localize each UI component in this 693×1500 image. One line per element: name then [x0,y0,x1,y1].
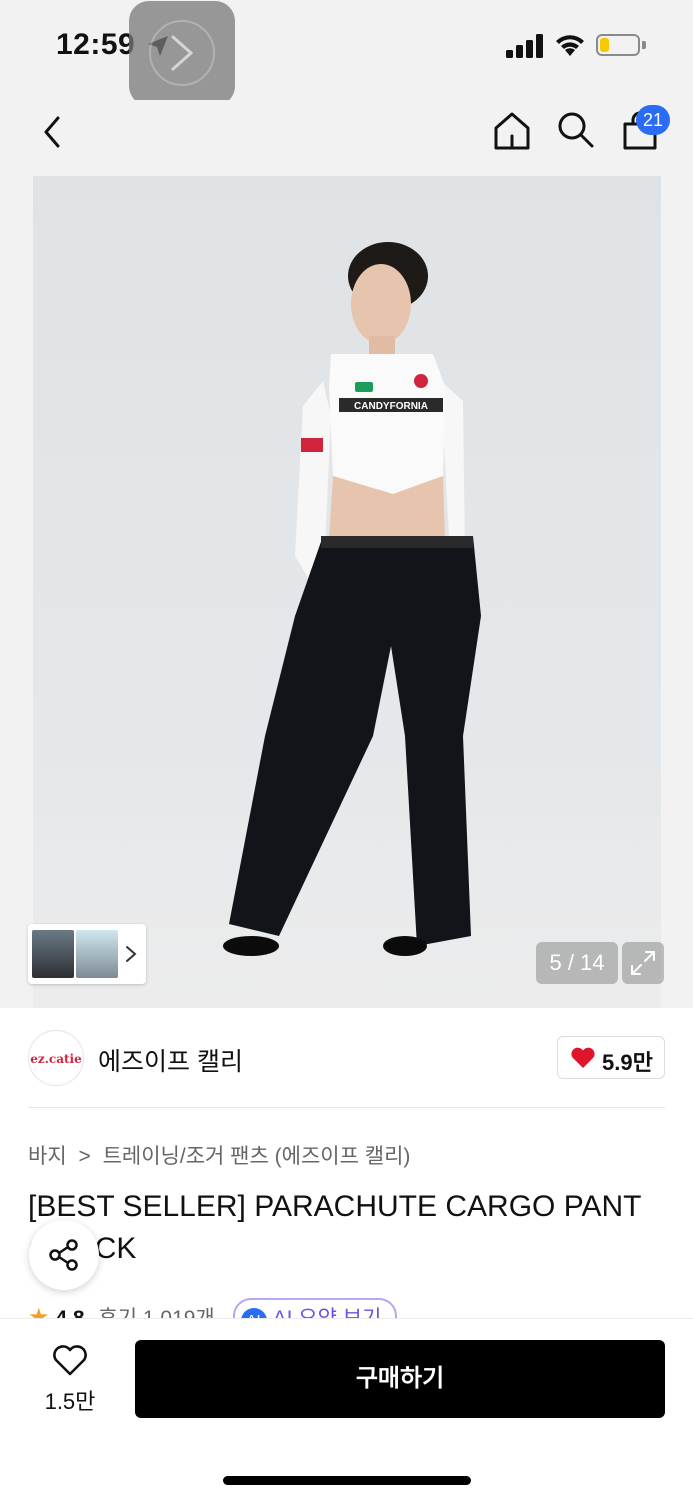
image-counter: 5 / 14 [536,942,618,984]
brand-like-button[interactable]: 5.9만 [557,1036,665,1079]
divider [28,1107,665,1108]
thumbnail-2[interactable] [76,930,118,978]
brand-like-count: 5.9만 [602,1050,653,1075]
signal-icon [506,34,543,58]
wish-count: 1.5만 [44,1389,96,1414]
product-title: [BEST SELLER] PARACHUTE CARGO PANT (BLAC… [28,1190,641,1265]
search-icon[interactable] [556,110,596,150]
share-button[interactable] [29,1220,99,1290]
cart-count-badge: 21 [636,105,670,135]
expand-button[interactable] [622,942,664,984]
status-bar: 12:59 [0,0,693,100]
expand-icon [631,951,655,975]
brand-name[interactable]: 에즈이프 캘리 [98,1042,243,1078]
share-icon [49,1239,78,1271]
home-icon[interactable] [492,110,532,152]
battery-icon [596,34,640,56]
buy-button[interactable]: 구매하기 [135,1340,665,1418]
battery-tip [642,41,646,49]
breadcrumb-subcategory[interactable]: 트레이닝/조거 팬츠 (에즈이프 캘리) [103,1145,411,1168]
breadcrumb-category[interactable]: 바지 [28,1145,67,1168]
thumbnail-strip[interactable] [28,924,146,984]
status-time: 12:59 [56,28,136,61]
brand-logo[interactable]: ez.catie [28,1030,84,1086]
rating-row: ★ 4.8 후기 1,019개 AIAI 요약 보기 [28,1298,668,1320]
heart-outline-icon[interactable] [52,1345,88,1377]
chevron-right-icon [126,946,137,962]
shirt-print-text: CANDYFORNIA [354,401,428,412]
home-indicator[interactable] [223,1476,471,1485]
chevron-right-icon [171,35,194,71]
forward-overlay-button[interactable] [129,1,235,106]
nav-bar: 21 [0,100,693,176]
breadcrumb: 바지 > 트레이닝/조거 팬츠 (에즈이프 캘리) [28,1140,410,1170]
back-icon[interactable] [36,112,72,152]
product-image[interactable]: CANDYFORNIA [33,176,661,1008]
heart-filled-icon [571,1047,595,1068]
battery-level [600,38,609,52]
thumbnail-1[interactable] [32,930,74,978]
wifi-icon [556,35,584,56]
breadcrumb-separator: > [78,1145,91,1168]
model-illustration: CANDYFORNIA [223,242,481,956]
ai-summary-button[interactable]: AIAI 요약 보기 [232,1298,398,1320]
